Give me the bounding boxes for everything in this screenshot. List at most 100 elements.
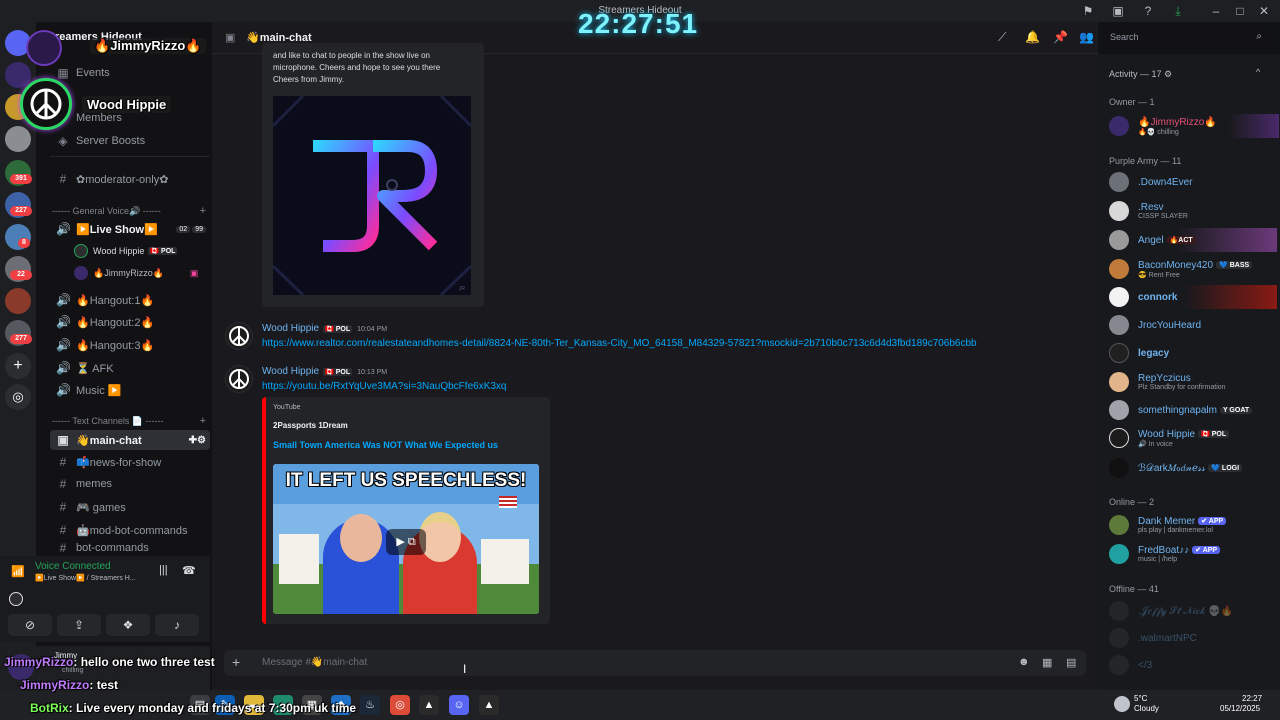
message-link[interactable]: https://www.realtor.com/realestateandhom… <box>262 338 977 349</box>
bell-icon[interactable]: 🔔 <box>1025 30 1040 44</box>
taskbar-app-icon[interactable]: ▲ <box>419 695 439 715</box>
gift-icon[interactable]: ▤ <box>1066 656 1076 669</box>
sidebar-item-server-boosts[interactable]: ◈ Server Boosts <box>50 131 210 151</box>
invite-settings-icon[interactable]: ✚⚙ <box>189 435 206 446</box>
weather-temp[interactable]: 5°C <box>1134 694 1147 703</box>
member-item[interactable]: somethingnapalm Y GOAT <box>1109 398 1277 422</box>
taskbar-app-icon[interactable]: ▲ <box>479 695 499 715</box>
app-launcher-icon[interactable]: ☻ <box>1018 656 1030 668</box>
message-text: and like to chat to people in the show l… <box>273 51 441 84</box>
unread-badge: 277 <box>10 334 32 344</box>
message-author[interactable]: Wood Hippie 🇨🇦 POL 10:04 PM <box>262 323 387 334</box>
member-item[interactable]: .Resv CISSP SLAYER <box>1109 199 1277 223</box>
message-author[interactable]: Wood Hippie 🇨🇦 POL 10:13 PM <box>262 366 387 377</box>
voice-channel-hangout-1[interactable]: 🔊 🔥Hangout:1🔥 <box>50 290 210 310</box>
help-icon[interactable]: ? <box>1140 3 1156 19</box>
role-tag: 🇨🇦 POL <box>323 325 353 333</box>
add-server-icon[interactable]: + <box>5 353 31 379</box>
voice-user-jimmyrizzo[interactable]: 🔥JimmyRizzo🔥 ▣ <box>74 266 198 280</box>
camera-off-button[interactable]: ⊘ <box>8 614 52 636</box>
threads-icon[interactable]: ⟋ <box>998 30 1006 45</box>
channel-moderator-only[interactable]: # ✿moderator-only✿ <box>50 169 210 189</box>
embed-provider[interactable]: YouTube <box>273 404 301 411</box>
voice-location[interactable]: ▶️Live Show▶️ / Streamers H... <box>35 574 136 582</box>
play-icon[interactable]: ▶ ⧉ <box>386 529 426 555</box>
minimize-icon[interactable]: – <box>1208 3 1224 19</box>
clock-date[interactable]: 05/12/2025 <box>1220 704 1260 713</box>
member-item[interactable]: BaconMoney420 💙 BASS 😎 Rent Free <box>1109 257 1277 281</box>
embed-author[interactable]: 2Passports 1Dream <box>273 421 348 430</box>
channel-bot-commands[interactable]: # bot-commands <box>50 542 210 554</box>
embed-title[interactable]: Small Town America Was NOT What We Expec… <box>273 440 498 450</box>
server-icon[interactable] <box>5 126 31 152</box>
channel-main-chat[interactable]: ▣ 👋main-chat ✚⚙ <box>50 430 210 450</box>
weather-icon[interactable] <box>1114 696 1130 712</box>
member-item[interactable]: RepYczicus Plz Standby for confirmation <box>1109 370 1277 394</box>
member-item[interactable]: FredBoat♪♪ ✔ APP music | /help <box>1109 542 1277 566</box>
avatar[interactable] <box>225 365 253 393</box>
category-text-channels[interactable]: ------ Text Channels 📄 ------ + <box>52 415 212 427</box>
channel-mod-bot-commands[interactable]: # 🤖mod-bot-commands <box>50 520 210 540</box>
message-link[interactable]: https://youtu.be/RxtYqUve3MA?si=3NauQbcF… <box>262 381 507 392</box>
member-item[interactable]: .Down4Ever <box>1109 170 1277 194</box>
member-item-offline[interactable]: </3 <box>1109 653 1277 677</box>
speaker-icon: 🔊 <box>56 361 71 375</box>
voice-channel-hangout-2[interactable]: 🔊 🔥Hangout:2🔥 <box>50 312 210 332</box>
sidebar-item-events[interactable]: ▦ Events <box>50 63 210 83</box>
discord-icon[interactable]: ☺ <box>449 695 469 715</box>
attach-plus-icon[interactable]: + <box>232 654 240 670</box>
screen-share-button[interactable]: ⇪ <box>57 614 101 636</box>
member-item[interactable]: ℬ𝒟ark𝑀ℴ𝑑𝓃ℯ𝓈𝓈 💙 LOGI <box>1109 456 1277 480</box>
voice-channel-music[interactable]: 🔊 Music ▶️ <box>50 380 210 400</box>
server-icon[interactable] <box>5 288 31 314</box>
pin-icon[interactable]: 📌 <box>1053 30 1068 44</box>
inbox-flag-icon[interactable]: ⚑ <box>1080 3 1096 19</box>
voice-user-wood-hippie[interactable]: Wood Hippie 🇨🇦 POL <box>74 244 178 258</box>
disconnect-icon[interactable]: ☎ <box>182 564 196 577</box>
chevron-up-icon[interactable]: ^ <box>1256 67 1260 77</box>
discover-icon[interactable]: ◎ <box>5 384 31 410</box>
maximize-icon[interactable]: □ <box>1232 3 1248 19</box>
category-general-voice[interactable]: ------ General Voice🔊 ------ + <box>52 205 212 217</box>
member-item-offline[interactable]: .𝒥𝑒𝒻𝒻𝓎 𝒮𝓉 𝒩𝒾𝒸𝓀 💀🔥 <box>1109 599 1277 623</box>
member-item[interactable]: Wood Hippie 🇨🇦 POL 🔊 In voice <box>1109 426 1277 450</box>
member-item[interactable]: legacy <box>1109 341 1277 365</box>
clock-time[interactable]: 22:27 <box>1242 694 1262 703</box>
soundboard-button[interactable]: ♪ <box>155 614 199 636</box>
download-icon[interactable]: ⤓ <box>1170 3 1186 19</box>
avatar[interactable] <box>225 322 253 350</box>
members-toggle-icon[interactable]: 👥 <box>1079 30 1094 44</box>
voice-channel-hangout-3[interactable]: 🔊 🔥Hangout:3🔥 <box>50 335 210 355</box>
activity-header[interactable]: Activity — 17 ⚙ <box>1109 69 1172 80</box>
add-channel-icon[interactable]: + <box>200 205 206 217</box>
member-owner[interactable]: 🔥JimmyRizzo🔥 🔥💀 chilling <box>1109 114 1279 138</box>
member-item[interactable]: connork <box>1109 285 1277 309</box>
channel-games[interactable]: # 🎮 games <box>50 497 210 517</box>
avatar <box>74 244 88 258</box>
weather-desc[interactable]: Cloudy <box>1134 704 1159 713</box>
noise-suppression-icon[interactable]: ||| <box>159 564 168 576</box>
overlay-icon[interactable]: ▣ <box>1110 3 1126 19</box>
member-item[interactable]: Angel 🔥ACT <box>1109 228 1277 252</box>
chrome-icon[interactable]: ◎ <box>390 695 410 715</box>
jr-logo-image[interactable]: JR <box>273 96 471 295</box>
close-icon[interactable]: ✕ <box>1256 3 1272 19</box>
message-input[interactable]: Message #👋main-chat <box>262 657 367 668</box>
voice-channel-afk[interactable]: 🔊 ⏳ AFK <box>50 358 210 378</box>
voice-status[interactable]: Voice Connected <box>35 561 111 572</box>
divider <box>50 156 210 157</box>
member-item-offline[interactable]: .walmartNPC <box>1109 626 1277 650</box>
channel-news-for-show[interactable]: # 📫news-for-show <box>50 452 210 472</box>
video-thumbnail[interactable]: IT LEFT US SPEECHLESS! ▶ ⧉ <box>273 464 539 614</box>
member-item[interactable]: JrocYouHeard <box>1109 313 1277 337</box>
voice-channel-live-show[interactable]: 🔊 ▶️Live Show▶️ 02 99 <box>50 219 210 239</box>
sticker-icon[interactable]: ▦ <box>1042 656 1052 669</box>
add-channel-icon[interactable]: + <box>200 415 206 427</box>
steam-icon[interactable]: ♨ <box>360 695 380 715</box>
activities-button[interactable]: ❖ <box>106 614 150 636</box>
member-item[interactable]: Dank Memer ✔ APP pls play | dankmemer.lol <box>1109 513 1277 537</box>
search-input[interactable]: Search ⌕ <box>1104 28 1268 48</box>
message-composer[interactable]: + Message #👋main-chat ☻ ▦ ▤ <box>224 650 1086 676</box>
channel-memes[interactable]: # memes <box>50 474 210 494</box>
signal-icon[interactable]: 📶 <box>11 565 25 578</box>
